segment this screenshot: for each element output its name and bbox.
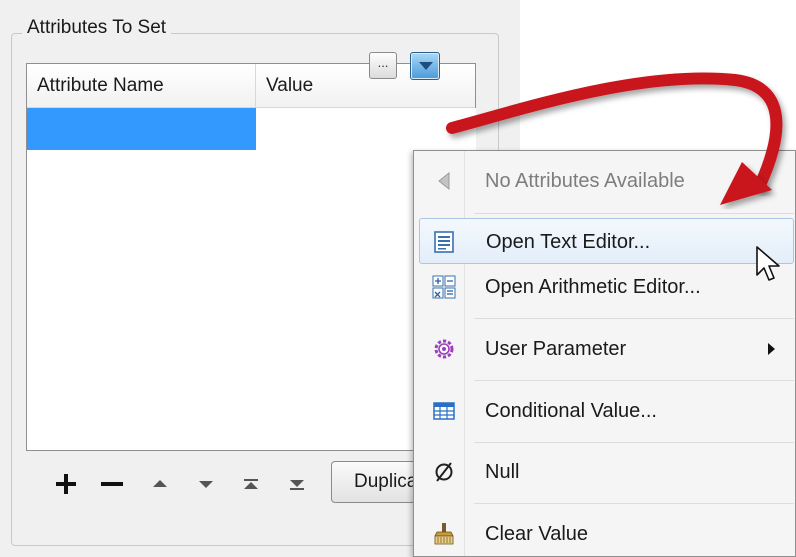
mouse-cursor-icon [756, 246, 780, 281]
menu-item-label: No Attributes Available [485, 170, 685, 192]
browse-value-button[interactable]: ... [369, 52, 397, 79]
menu-separator [474, 318, 794, 319]
move-bottom-icon[interactable] [285, 472, 309, 496]
menu-item-null[interactable]: Null [414, 447, 795, 497]
attribute-left-arrow-icon [438, 171, 450, 191]
value-context-menu: No Attributes Available Open Text Editor… [413, 150, 796, 557]
move-down-icon[interactable] [194, 472, 218, 496]
menu-item-label: Open Text Editor... [486, 231, 651, 253]
conditional-table-icon [433, 402, 455, 420]
groupbox-title: Attributes To Set [22, 17, 172, 39]
move-top-icon[interactable] [239, 472, 263, 496]
column-header-value[interactable]: Value [256, 64, 476, 108]
value-dropdown-button[interactable] [410, 52, 440, 80]
chevron-down-icon [419, 62, 433, 70]
menu-separator [474, 213, 794, 214]
column-header-attribute-name[interactable]: Attribute Name [27, 64, 256, 108]
submenu-arrow-icon [768, 343, 775, 355]
user-parameter-gear-icon [434, 339, 454, 359]
menu-item-label: User Parameter [485, 338, 627, 360]
menu-item-user-parameter[interactable]: User Parameter [414, 324, 795, 374]
table-row[interactable] [27, 108, 476, 150]
add-icon[interactable] [54, 472, 78, 496]
attribute-name-cell[interactable] [27, 108, 256, 150]
menu-item-label: Conditional Value... [485, 400, 657, 422]
menu-item-conditional-value[interactable]: Conditional Value... [414, 386, 795, 436]
menu-item-open-text-editor[interactable]: Open Text Editor... [419, 218, 794, 264]
menu-item-no-attributes: No Attributes Available [414, 156, 795, 206]
menu-separator [474, 503, 794, 504]
null-icon [435, 462, 453, 482]
text-editor-icon [434, 231, 454, 253]
remove-icon[interactable] [100, 472, 124, 496]
value-cell[interactable] [256, 108, 476, 150]
clear-brush-icon [434, 523, 454, 545]
menu-item-label: Null [485, 461, 520, 483]
menu-item-label: Clear Value [485, 523, 589, 545]
menu-item-open-arithmetic-editor[interactable]: Open Arithmetic Editor... [414, 262, 795, 312]
attributes-table[interactable]: Attribute Name Value [26, 63, 476, 451]
table-header: Attribute Name Value [27, 64, 475, 108]
menu-separator [474, 380, 794, 381]
menu-item-clear-value[interactable]: Clear Value [414, 509, 795, 556]
menu-separator [474, 442, 794, 443]
arithmetic-editor-icon [432, 275, 456, 299]
menu-item-label: Open Arithmetic Editor... [485, 276, 701, 298]
move-up-icon[interactable] [148, 472, 172, 496]
